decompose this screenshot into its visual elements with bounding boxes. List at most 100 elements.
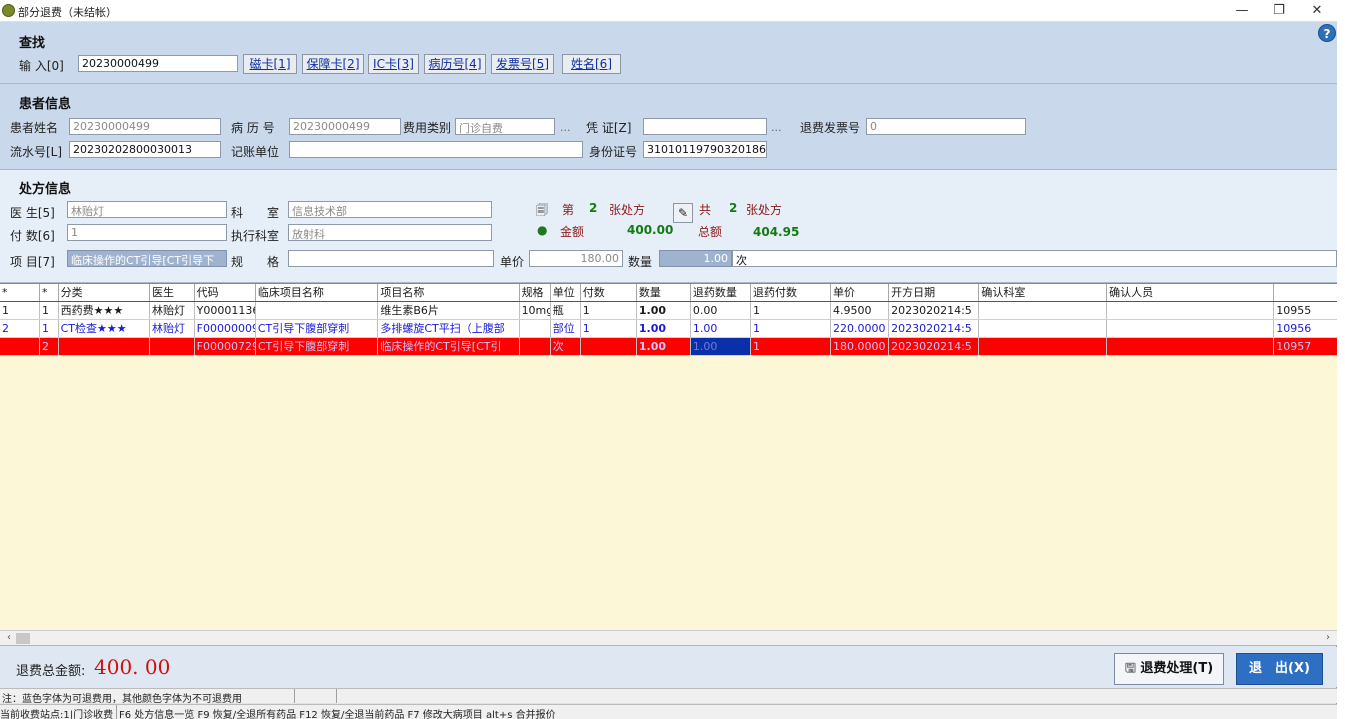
table-cell[interactable]: 10956	[1273, 319, 1337, 338]
table-cell[interactable]: F00000729	[194, 337, 256, 356]
column-header[interactable]: 确认人员	[1106, 284, 1275, 302]
table-cell[interactable]	[1106, 337, 1275, 356]
voucher-field[interactable]	[643, 118, 767, 135]
help-icon[interactable]: ?	[1318, 24, 1336, 42]
exit-button[interactable]: 退 出(X)	[1236, 653, 1323, 685]
column-header[interactable]: 退药付数	[750, 284, 831, 302]
column-header[interactable]: 付数	[580, 284, 637, 302]
table-cell[interactable]	[1106, 319, 1275, 338]
table-cell[interactable]: 180.0000	[830, 337, 890, 356]
column-header[interactable]: 项目名称	[377, 284, 520, 302]
table-cell[interactable]: 220.0000	[830, 319, 890, 338]
table-cell[interactable]: 部位	[550, 319, 581, 338]
table-row[interactable]: 2 F00000729 CT引导下腹部穿刺 临床操作的CT引导[CT引 次 1.00 1.0…	[0, 337, 1337, 356]
table-cell[interactable]: 2	[0, 319, 40, 338]
fee-type-field[interactable]: 门诊自费	[455, 118, 555, 135]
magnetic-card-button[interactable]: 磁卡[1]	[243, 54, 297, 74]
restore-button[interactable]: ❐	[1266, 2, 1292, 20]
record-number-button[interactable]: 病历号[4]	[424, 54, 486, 74]
qty-field[interactable]: 1.00	[659, 250, 732, 267]
table-cell[interactable]: 1	[39, 301, 59, 320]
table-cell[interactable]: 1.00	[636, 301, 691, 320]
voucher-lookup-button[interactable]: ...	[771, 121, 782, 134]
table-row[interactable]: 2 1 CT检查★★★ 林贻灯 F00000009 CT引导下腹部穿刺 多排螺旋CT平扫（上…	[0, 319, 1337, 338]
table-cell[interactable]	[978, 337, 1108, 356]
table-cell[interactable]: 2023020214:5	[888, 301, 980, 320]
column-header[interactable]: 确认科室	[978, 284, 1108, 302]
table-cell[interactable]: 次	[550, 337, 581, 356]
table-cell[interactable]	[149, 337, 195, 356]
table-cell[interactable]: 林贻灯	[149, 301, 195, 320]
column-header[interactable]: 医生	[149, 284, 195, 302]
patient-name-field[interactable]: 20230000499	[69, 118, 221, 135]
table-cell[interactable]: 1	[750, 319, 831, 338]
price-field[interactable]: 180.00	[529, 250, 623, 267]
table-cell[interactable]: 2023020214:5	[888, 319, 980, 338]
doctor-field[interactable]: 林贻灯	[67, 201, 227, 218]
table-cell[interactable]: CT引导下腹部穿刺	[255, 319, 379, 338]
insurance-card-button[interactable]: 保障卡[2]	[302, 54, 364, 74]
unit-field[interactable]: 次	[732, 250, 1337, 267]
account-unit-field[interactable]	[289, 141, 583, 158]
refund-invoice-field[interactable]: 0	[866, 118, 1026, 135]
table-cell[interactable]	[255, 301, 379, 320]
table-cell[interactable]: 4.9500	[830, 301, 890, 320]
column-header[interactable]	[1273, 284, 1337, 302]
table-cell[interactable]	[58, 337, 150, 356]
spec-field[interactable]	[288, 250, 494, 267]
table-cell[interactable]: CT引导下腹部穿刺	[255, 337, 379, 356]
table-cell[interactable]: 多排螺旋CT平扫（上腹部	[377, 319, 520, 338]
scroll-right-icon[interactable]: ›	[1321, 631, 1335, 645]
department-field[interactable]: 信息技术部	[288, 201, 492, 218]
fee-type-lookup-button[interactable]: ...	[560, 121, 571, 134]
column-header[interactable]: 单价	[830, 284, 890, 302]
table-cell[interactable]: 0.00	[690, 301, 752, 320]
column-header[interactable]: 规格	[519, 284, 551, 302]
scroll-left-icon[interactable]: ‹	[2, 631, 16, 645]
table-cell[interactable]: F00000009	[194, 319, 256, 338]
column-header[interactable]: 开方日期	[888, 284, 980, 302]
minimize-button[interactable]: —	[1229, 2, 1255, 20]
table-cell[interactable]: 2023020214:5	[888, 337, 980, 356]
table-cell[interactable]: 林贻灯	[149, 319, 195, 338]
table-cell[interactable]: 1.00	[690, 337, 752, 356]
search-input[interactable]: 20230000499	[78, 55, 238, 72]
column-header[interactable]: 数量	[636, 284, 691, 302]
table-cell[interactable]: 10955	[1273, 301, 1337, 320]
column-header[interactable]: 代码	[194, 284, 256, 302]
column-header[interactable]: *	[0, 284, 40, 302]
pen-icon[interactable]: ✎	[673, 203, 693, 223]
count-field[interactable]: 1	[67, 224, 227, 241]
table-cell[interactable]: 1.00	[690, 319, 752, 338]
column-header[interactable]: 分类	[58, 284, 150, 302]
horizontal-scrollbar[interactable]: ‹ ›	[0, 630, 1337, 645]
table-cell[interactable]: 10957	[1273, 337, 1337, 356]
table-cell[interactable]	[978, 301, 1108, 320]
table-cell[interactable]	[978, 319, 1108, 338]
invoice-number-button[interactable]: 发票号[5]	[491, 54, 554, 74]
column-header[interactable]: 退药数量	[690, 284, 752, 302]
table-cell[interactable]: 1	[580, 319, 637, 338]
ic-card-button[interactable]: IC卡[3]	[368, 54, 419, 74]
column-header[interactable]: 单位	[550, 284, 581, 302]
table-cell[interactable]: 瓶	[550, 301, 581, 320]
table-cell[interactable]: 1.00	[636, 337, 691, 356]
refund-process-button[interactable]: 🖫 退费处理(T)	[1114, 653, 1224, 685]
table-cell[interactable]	[580, 337, 637, 356]
exec-dept-field[interactable]: 放射科	[288, 224, 492, 241]
table-cell[interactable]	[519, 319, 551, 338]
close-button[interactable]: ✕	[1304, 2, 1330, 20]
table-cell[interactable]: CT检查★★★	[58, 319, 150, 338]
table-cell[interactable]: 1.00	[636, 319, 691, 338]
record-number-field[interactable]: 20230000499	[289, 118, 401, 135]
table-cell[interactable]	[1106, 301, 1275, 320]
table-cell[interactable]: 1	[750, 337, 831, 356]
item-field[interactable]: 临床操作的CT引导[CT引导下	[67, 250, 227, 267]
column-header[interactable]: 临床项目名称	[255, 284, 379, 302]
table-cell[interactable]: 1	[580, 301, 637, 320]
table-cell[interactable]: 1	[39, 319, 59, 338]
table-cell[interactable]: 1	[0, 301, 40, 320]
serial-number-field[interactable]: 20230202800030013	[69, 141, 221, 158]
scroll-thumb[interactable]	[16, 633, 30, 644]
table-cell[interactable]	[519, 337, 551, 356]
